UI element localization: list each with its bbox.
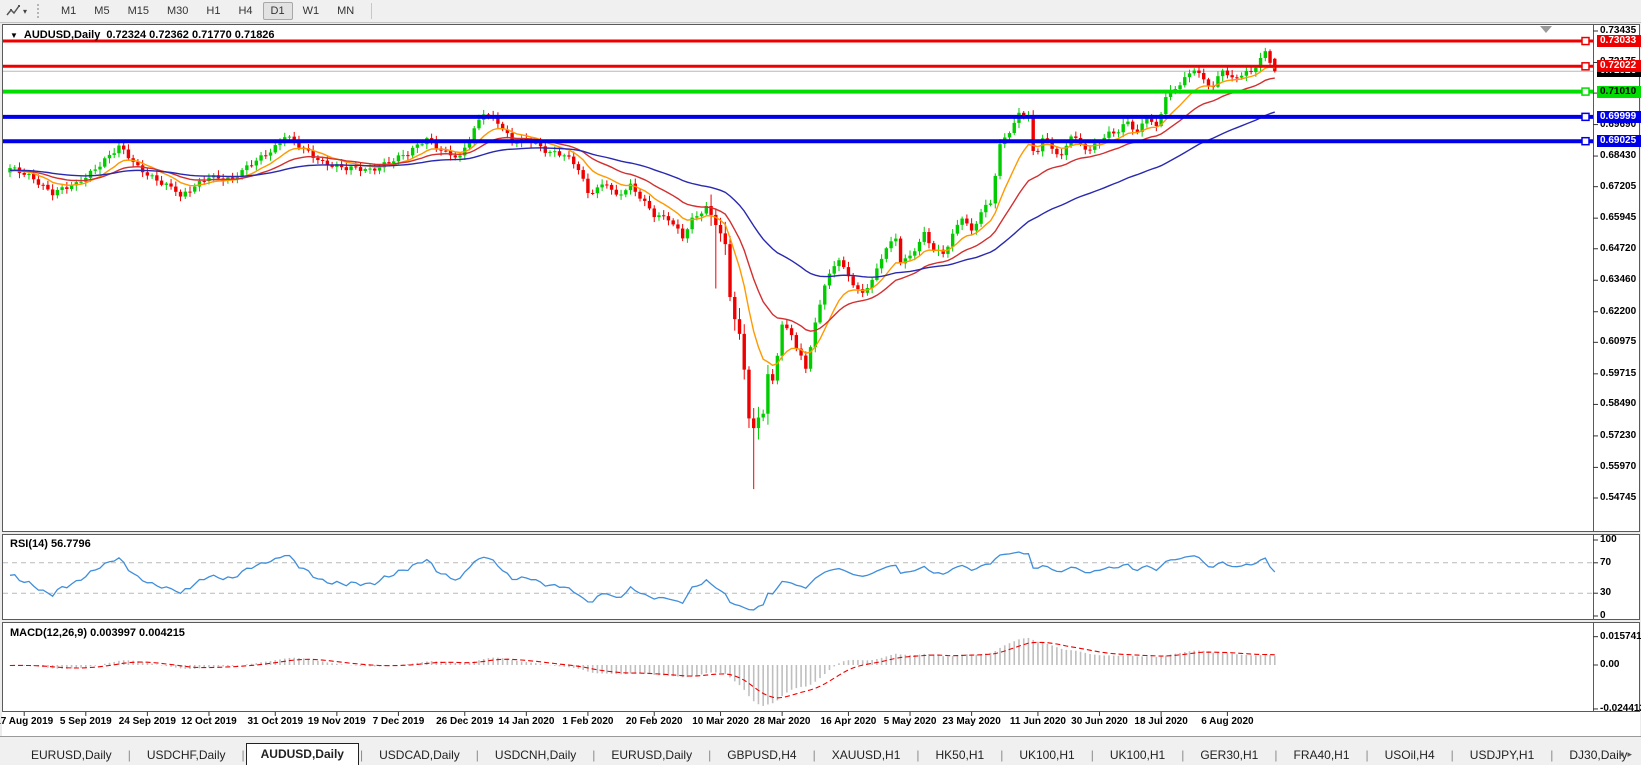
toolbar-separator xyxy=(371,3,372,19)
macd-scale-label: -0.024412 xyxy=(1600,703,1641,714)
macd-indicator-label: MACD(12,26,9) 0.003997 0.004215 xyxy=(10,627,185,639)
chart-symbol-label: AUDUSD,Daily xyxy=(24,29,100,41)
price-tick-label: 0.60975 xyxy=(1600,336,1636,347)
macd-scale-label: 0.00 xyxy=(1600,659,1619,670)
hline-price-badge: 0.69025 xyxy=(1597,135,1641,147)
timeframe-button-d1[interactable]: D1 xyxy=(263,2,293,20)
mt4-window: ▾ M1M5M15M30H1H4D1W1MN ▼ AUDUSD,Daily 0.… xyxy=(0,0,1641,765)
chart-collapse-caret[interactable]: ▼ xyxy=(10,31,18,40)
time-axis-label: 16 Apr 2020 xyxy=(821,716,877,727)
rsi-indicator-label: RSI(14) 56.7796 xyxy=(10,538,91,550)
timeframe-button-m15[interactable]: M15 xyxy=(120,2,157,20)
time-axis-label: 26 Dec 2019 xyxy=(436,716,493,727)
macd-scale-label: 0.015741 xyxy=(1600,631,1641,642)
time-axis-label: 5 Sep 2019 xyxy=(60,716,112,727)
timeframe-button-h4[interactable]: H4 xyxy=(230,2,260,20)
chart-tab-eurusd-daily[interactable]: EURUSD,Daily xyxy=(16,744,127,765)
time-axis-label: 11 Jun 2020 xyxy=(1010,716,1066,727)
time-axis-label: 6 Aug 2020 xyxy=(1201,716,1253,727)
chart-cursor-icon[interactable] xyxy=(3,2,23,20)
chart-tab-usdjpy-h1[interactable]: USDJPY,H1 xyxy=(1455,744,1549,765)
time-axis-label: 17 Aug 2019 xyxy=(0,716,53,727)
time-axis-label: 19 Nov 2019 xyxy=(308,716,366,727)
time-axis-label: 18 Jul 2020 xyxy=(1134,716,1187,727)
time-axis-label: 20 Feb 2020 xyxy=(626,716,683,727)
chart-tab-usdchf-daily[interactable]: USDCHF,Daily xyxy=(132,744,241,765)
time-axis-label: 23 May 2020 xyxy=(942,716,1000,727)
chart-tab-usdcad-daily[interactable]: USDCAD,Daily xyxy=(364,744,475,765)
price-tick-label: 0.54745 xyxy=(1600,492,1636,503)
price-tick-label: 0.64720 xyxy=(1600,243,1636,254)
chart-tab-audusd-daily[interactable]: AUDUSD,Daily xyxy=(246,743,359,765)
price-tick-label: 0.65945 xyxy=(1600,212,1636,223)
rsi-value: 56.7796 xyxy=(51,538,91,550)
hline-price-badge: 0.71010 xyxy=(1597,86,1641,98)
tabs-scroll-right-icon[interactable]: ▸ xyxy=(1627,749,1636,759)
time-axis-label: 31 Oct 2019 xyxy=(247,716,303,727)
price-tick-label: 0.57230 xyxy=(1600,430,1636,441)
chart-title: ▼ AUDUSD,Daily 0.72324 0.72362 0.71770 0… xyxy=(10,29,275,41)
timeframe-button-h1[interactable]: H1 xyxy=(198,2,228,20)
chart-tab-gbpusd-h4[interactable]: GBPUSD,H4 xyxy=(712,744,811,765)
chart-tab-fra40-h1[interactable]: FRA40,H1 xyxy=(1278,744,1364,765)
price-tick-label: 0.62200 xyxy=(1600,306,1636,317)
time-axis-label: 30 Jun 2020 xyxy=(1071,716,1128,727)
hline-price-badge: 0.72022 xyxy=(1597,60,1641,72)
price-tick-label: 0.68430 xyxy=(1600,150,1636,161)
timeframe-button-m5[interactable]: M5 xyxy=(86,2,117,20)
price-tick-label: 0.63460 xyxy=(1600,274,1636,285)
timeframe-button-mn[interactable]: MN xyxy=(329,2,362,20)
time-axis-label: 12 Oct 2019 xyxy=(181,716,237,727)
time-axis-label: 24 Sep 2019 xyxy=(119,716,176,727)
time-axis-label: 14 Jan 2020 xyxy=(498,716,554,727)
macd-panel[interactable] xyxy=(2,622,1640,712)
chart-tab-eurusd-daily[interactable]: EURUSD,Daily xyxy=(596,744,707,765)
main-chart-panel[interactable] xyxy=(2,24,1640,532)
chart-tab-usoil-h4[interactable]: USOil,H4 xyxy=(1370,744,1450,765)
time-axis-label: 1 Feb 2020 xyxy=(562,716,613,727)
rsi-scale-label: 0 xyxy=(1600,610,1606,621)
timeframe-button-w1[interactable]: W1 xyxy=(295,2,328,20)
hline-price-badge: 0.69999 xyxy=(1597,111,1641,123)
time-axis-label: 10 Mar 2020 xyxy=(692,716,749,727)
timeframe-button-m30[interactable]: M30 xyxy=(159,2,196,20)
chart-ohlc-values: 0.72324 0.72362 0.71770 0.71826 xyxy=(106,29,274,41)
chart-tab-xauusd-h1[interactable]: XAUUSD,H1 xyxy=(817,744,916,765)
time-axis-label: 5 May 2020 xyxy=(884,716,937,727)
cursor-dropdown-caret[interactable]: ▾ xyxy=(23,7,27,16)
macd-signal-value: 0.004215 xyxy=(139,627,185,639)
price-tick-label: 0.59715 xyxy=(1600,368,1636,379)
rsi-scale-label: 100 xyxy=(1600,534,1617,545)
rsi-scale-label: 70 xyxy=(1600,557,1611,568)
price-tick-label: 0.67205 xyxy=(1600,181,1636,192)
hline-price-badge: 0.73033 xyxy=(1597,35,1641,47)
timeframe-button-m1[interactable]: M1 xyxy=(53,2,84,20)
toolbar-drag-handle[interactable] xyxy=(37,4,44,18)
price-tick-label: 0.58490 xyxy=(1600,398,1636,409)
price-tick-label: 0.55970 xyxy=(1600,461,1636,472)
chart-tab-bar: EURUSD,Daily|USDCHF,Daily|AUDUSD,Daily|U… xyxy=(0,736,1641,765)
chart-tab-uk100-h1[interactable]: UK100,H1 xyxy=(1095,744,1180,765)
rsi-scale-label: 30 xyxy=(1600,587,1611,598)
chart-tab-uk100-h1[interactable]: UK100,H1 xyxy=(1004,744,1089,765)
rsi-panel[interactable] xyxy=(2,534,1640,620)
macd-value: 0.003997 xyxy=(90,627,136,639)
chart-tab-usdcnh-daily[interactable]: USDCNH,Daily xyxy=(480,744,591,765)
chart-tab-hk50-h1[interactable]: HK50,H1 xyxy=(921,744,1000,765)
chart-tab-ger30-h1[interactable]: GER30,H1 xyxy=(1185,744,1273,765)
time-axis-label: 28 Mar 2020 xyxy=(754,716,811,727)
timeframe-toolbar: ▾ M1M5M15M30H1H4D1W1MN xyxy=(0,0,1641,23)
time-axis-label: 7 Dec 2019 xyxy=(373,716,425,727)
